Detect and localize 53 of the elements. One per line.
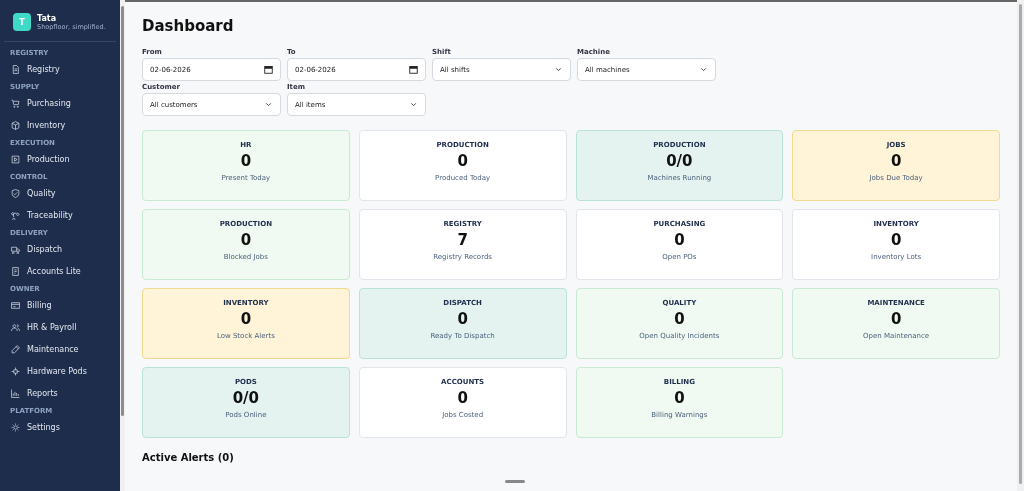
truck-icon	[11, 244, 20, 254]
nav-item[interactable]: Registry	[0, 58, 120, 80]
chevron-down-icon	[264, 100, 273, 109]
nav-item[interactable]: Traceability	[0, 204, 120, 226]
card-value: 0	[674, 231, 685, 249]
nav-item[interactable]: Billing	[0, 294, 120, 316]
chevron-down-icon	[699, 65, 708, 74]
nav-item[interactable]: HR & Payroll	[0, 316, 120, 338]
card-value: 0	[240, 152, 252, 170]
brand-name: Tata	[37, 13, 58, 23]
card-value: 0/0	[232, 389, 260, 407]
chevron-down-icon	[409, 100, 418, 109]
box-icon	[11, 120, 20, 130]
card-value: 0	[674, 310, 685, 328]
chevron-down-icon	[554, 65, 563, 74]
pencil-icon	[11, 344, 20, 354]
card-value: 0	[890, 231, 902, 249]
receipt-icon	[11, 266, 20, 276]
page-title: Dashboard	[142, 16, 235, 36]
shield-icon	[11, 188, 20, 198]
nav-item[interactable]: Quality	[0, 182, 120, 204]
card-value: 7	[457, 231, 468, 249]
nav-item[interactable]: Settings	[0, 416, 120, 438]
card-value: 0/0	[666, 152, 693, 170]
card-value: 0	[457, 310, 468, 328]
card-value: 0	[674, 389, 685, 407]
calendar-icon	[409, 65, 418, 74]
scrollbar[interactable]	[120, 0, 125, 491]
nav-item[interactable]: Accounts Lite	[0, 260, 120, 282]
nav-item[interactable]: Dispatch	[0, 238, 120, 260]
card-value: 0	[457, 389, 468, 407]
nav-item[interactable]: Inventory	[0, 114, 120, 136]
card-value: 0	[890, 152, 902, 170]
cart-icon	[11, 98, 20, 108]
document-icon	[11, 64, 20, 74]
section-title: Active Alerts (0)	[142, 452, 235, 463]
bar-chart-icon	[11, 388, 20, 398]
drag-handle[interactable]	[505, 480, 525, 483]
people-icon	[11, 322, 20, 332]
logo-badge: T	[13, 13, 31, 31]
card-value: 0	[457, 152, 468, 170]
card-icon	[11, 300, 20, 310]
card-value: 0	[240, 231, 252, 249]
nav-item[interactable]: Maintenance	[0, 338, 120, 360]
nav-item[interactable]: Production	[0, 148, 120, 170]
nav-item[interactable]: Purchasing	[0, 92, 120, 114]
scrollbar[interactable]	[1017, 0, 1024, 491]
calendar-icon	[264, 65, 273, 74]
nav-item[interactable]: Hardware Pods	[0, 360, 120, 382]
card-value: 0	[240, 310, 252, 328]
card-value: 0	[890, 310, 902, 328]
play-icon	[11, 154, 20, 164]
nav-item[interactable]: Reports	[0, 382, 120, 404]
